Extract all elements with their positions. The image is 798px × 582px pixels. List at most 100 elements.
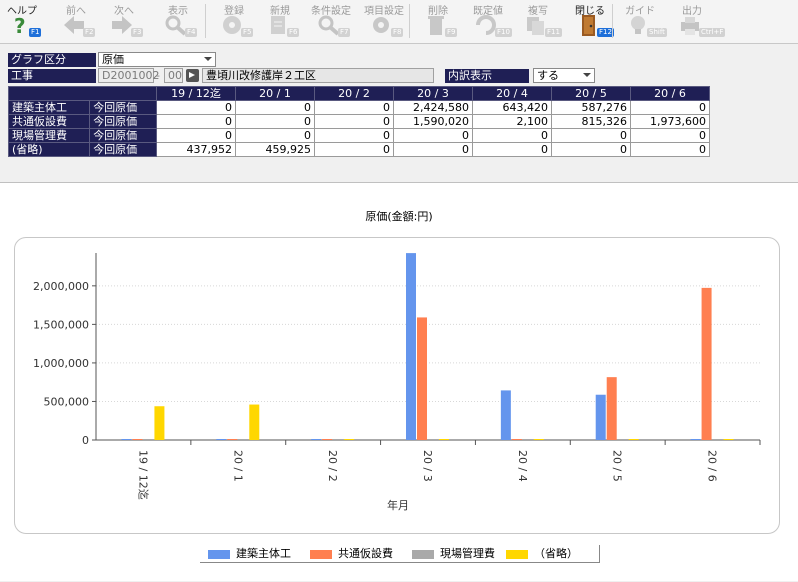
x-tick-label: 20 / 2: [326, 450, 339, 482]
table-cell: 0: [630, 100, 710, 115]
table-cell: 0: [235, 100, 315, 115]
bar: [344, 439, 355, 440]
toolbar-button-3[interactable]: 次へ F3: [104, 0, 144, 42]
chart-legend: 建築主体工 共通仮設費 現場管理費 （省略）: [200, 545, 600, 563]
graph-type-label: グラフ区分: [8, 53, 96, 67]
graph-type-value: 原価: [102, 53, 124, 66]
bar: [522, 439, 533, 440]
bar: [154, 406, 165, 440]
table-cell: 0: [472, 142, 552, 157]
bar: [227, 439, 238, 440]
function-key-badge: Shift: [647, 28, 667, 37]
table-cell: 459,925: [235, 142, 315, 157]
column-header: 20 / 6: [630, 86, 710, 101]
project-code-field[interactable]: D2001002: [98, 68, 159, 83]
function-key-badge: F5: [241, 28, 254, 37]
table-row: 現場管理費 今回原価 0 0 0 0 0 0 0: [7, 128, 710, 143]
toolbar-button-9[interactable]: 削除 F9: [418, 0, 458, 42]
x-tick-label: 20 / 1: [231, 450, 244, 482]
function-key-badge: F8: [391, 28, 404, 37]
project-search-button[interactable]: [186, 69, 199, 82]
bar: [628, 439, 639, 440]
bar: [617, 439, 628, 440]
function-key-badge: F10: [495, 28, 512, 37]
toolbar-button-6[interactable]: 新規 F6: [260, 0, 300, 42]
bar: [606, 377, 617, 440]
toolbar-button-13[interactable]: ガイド Shift: [620, 0, 667, 42]
table-cell: 1,973,600: [630, 114, 710, 129]
bar: [121, 439, 132, 440]
function-key-badge: F6: [287, 28, 300, 37]
bar: [406, 253, 416, 440]
bar: [595, 394, 606, 440]
play-icon: [189, 72, 195, 78]
bar: [690, 439, 701, 440]
legend-swatch: [208, 549, 230, 559]
column-header: 20 / 1: [235, 86, 315, 101]
table-cell: 2,424,580: [393, 100, 473, 115]
bar: [533, 439, 544, 440]
row-subtype: 今回原価: [89, 142, 157, 157]
legend-swatch: [506, 549, 528, 559]
table-cell: 0: [393, 142, 473, 157]
table-cell: 0: [314, 114, 394, 129]
column-header: 20 / 4: [472, 86, 552, 101]
legend-label: 共通仮設費: [338, 547, 393, 560]
toolbar-separator: [205, 4, 206, 38]
function-key-badge: F4: [185, 28, 198, 37]
y-tick-label: 2,000,000: [33, 280, 89, 293]
toolbar-button-1[interactable]: ヘルプ? F1: [2, 0, 42, 42]
toolbar-button-5[interactable]: 登録 F5: [214, 0, 254, 42]
legend-swatch: [310, 549, 332, 559]
legend-swatch: [412, 549, 434, 559]
table-cell: 815,326: [551, 114, 631, 129]
table-cell: 1,590,020: [393, 114, 473, 129]
y-tick-label: 500,000: [44, 395, 90, 408]
toolbar-button-12[interactable]: 閉じる F12: [570, 0, 614, 42]
breakdown-select[interactable]: する: [533, 68, 595, 83]
table-cell: 0: [472, 128, 552, 143]
project-code-separator: -: [156, 69, 160, 82]
breakdown-label: 内訳表示: [445, 69, 529, 83]
cost-table: 19 / 12迄 20 / 1 20 / 2 20 / 3 20 / 4 20 / 5 20…: [7, 86, 710, 157]
table-row: (省略) 今回原価 437,952 459,925 0 0 0 0 0: [7, 142, 710, 157]
table-header-row: 19 / 12迄 20 / 1 20 / 2 20 / 3 20 / 4 20 / 5 20…: [8, 86, 710, 101]
toolbar-button-8[interactable]: 項目設定 F8: [364, 0, 404, 42]
table-cell: 0: [156, 128, 236, 143]
table-cell: 587,276: [551, 100, 631, 115]
chevron-down-icon: [583, 73, 591, 77]
toolbar-separator: [612, 4, 613, 38]
table-row: 共通仮設費 今回原価 0 0 0 1,590,020 2,100 815,326 1,973,6…: [7, 114, 710, 129]
bar: [216, 439, 227, 440]
table-cell: 0: [551, 142, 631, 157]
toolbar-button-7[interactable]: 条件設定 F7: [311, 0, 351, 42]
function-key-badge: F7: [338, 28, 351, 37]
chart-panel: 原価(金額:円) 0 500,000 1,000,000 1,500,000 2,000…: [0, 182, 798, 581]
toolbar-button-2[interactable]: 前へ F2: [56, 0, 96, 42]
legend-item: 建築主体工: [208, 548, 291, 560]
y-tick-label: 0: [82, 434, 89, 447]
function-key-badge: F9: [445, 28, 458, 37]
column-header: 20 / 5: [551, 86, 631, 101]
toolbar-button-10[interactable]: 既定値 F10: [468, 0, 512, 42]
y-tick-label: 1,500,000: [33, 318, 89, 331]
project-sub-field[interactable]: 00: [164, 68, 183, 83]
legend-item: 共通仮設費: [310, 548, 393, 560]
table-cell: 0: [235, 128, 315, 143]
table-cell: 0: [314, 100, 394, 115]
x-tick-label: 20 / 3: [421, 450, 434, 482]
bar: [701, 287, 712, 440]
bar: [500, 390, 511, 440]
bar: [311, 439, 322, 440]
table-cell: 0: [630, 128, 710, 143]
y-tick-label: 1,000,000: [33, 357, 89, 370]
bar: [712, 439, 723, 440]
toolbar-button-11[interactable]: 複写 F11: [518, 0, 562, 42]
toolbar-button-4[interactable]: 表示 F4: [158, 0, 198, 42]
column-header: 19 / 12迄: [156, 86, 236, 101]
chevron-down-icon: [204, 57, 212, 61]
table-cell: 0: [156, 100, 236, 115]
bar: [132, 439, 143, 440]
toolbar-button-14[interactable]: 出力 Ctrl+F: [672, 0, 726, 42]
graph-type-select[interactable]: 原価: [98, 52, 216, 67]
